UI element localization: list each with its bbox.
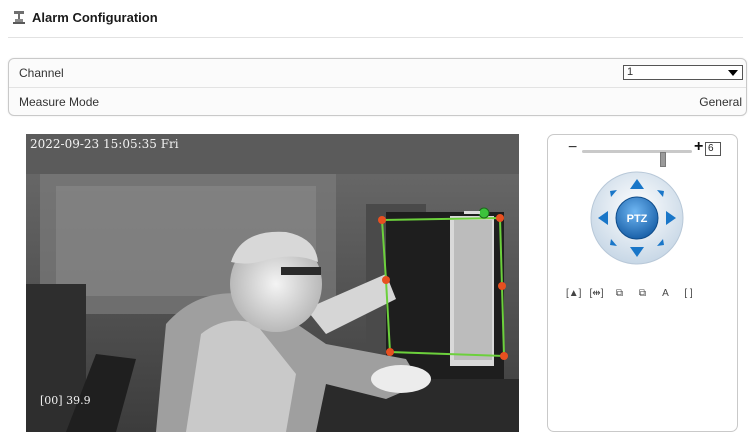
measure-mode-label: Measure Mode bbox=[19, 95, 100, 109]
zoom-slider-thumb[interactable] bbox=[660, 152, 666, 167]
iris-open-icon[interactable]: ⧉ bbox=[612, 287, 627, 301]
ptz-control-panel: − + 6 PTZ [▲] [⇹] ⧉ ⧉ A [] bbox=[547, 134, 738, 432]
measure-mode-row: Measure Mode General bbox=[9, 88, 746, 116]
thermal-video-view[interactable]: 2022-09-23 15:05:35 Fri [00] 39.9 bbox=[26, 134, 519, 432]
fullscreen-icon[interactable]: [ ] bbox=[681, 287, 696, 301]
settings-panel: Channel 1 Measure Mode General bbox=[8, 58, 747, 116]
ptz-toolbar: [▲] [⇹] ⧉ ⧉ A [ ] bbox=[566, 287, 726, 303]
zoom-control: − + 6 bbox=[568, 138, 723, 167]
auto-focus-icon[interactable]: A bbox=[658, 287, 673, 301]
channel-select[interactable]: 1 bbox=[623, 65, 743, 80]
focus-near-icon[interactable]: [▲] bbox=[566, 287, 581, 301]
channel-row: Channel 1 bbox=[9, 59, 746, 88]
channel-select-value: 1 bbox=[627, 66, 634, 78]
page-header: Alarm Configuration bbox=[12, 6, 158, 28]
zoom-value-input[interactable]: 6 bbox=[705, 142, 721, 156]
measure-mode-value: General bbox=[699, 95, 742, 109]
header-divider bbox=[8, 37, 743, 38]
page-title: Alarm Configuration bbox=[32, 9, 158, 25]
thermal-image bbox=[26, 134, 519, 432]
video-timestamp: 2022-09-23 15:05:35 Fri bbox=[30, 137, 179, 151]
temperature-readout: [00] 39.9 bbox=[40, 394, 91, 407]
ptz-direction-pad[interactable]: PTZ bbox=[590, 171, 684, 265]
iris-close-icon[interactable]: ⧉ bbox=[635, 287, 650, 301]
tools-icon bbox=[13, 11, 25, 24]
zoom-in-button[interactable]: + bbox=[694, 138, 703, 156]
focus-far-icon[interactable]: [⇹] bbox=[589, 287, 604, 301]
zoom-slider[interactable] bbox=[582, 150, 692, 167]
ptz-center-label: PTZ bbox=[627, 213, 648, 225]
chevron-down-icon bbox=[728, 70, 738, 76]
zoom-out-button[interactable]: − bbox=[568, 139, 577, 157]
channel-label: Channel bbox=[19, 66, 64, 80]
